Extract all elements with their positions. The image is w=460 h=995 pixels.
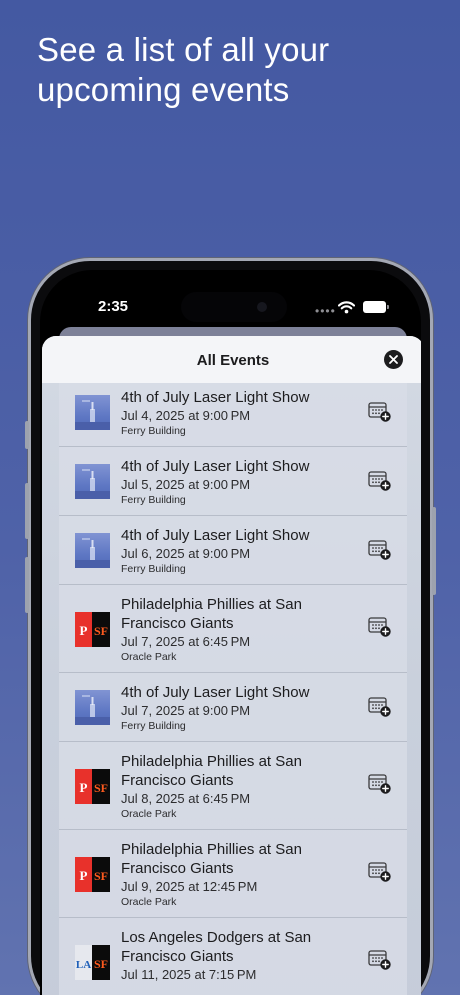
event-image bbox=[75, 690, 110, 725]
svg-text:SF: SF bbox=[94, 781, 108, 795]
event-title: 4th of July Laser Light Show bbox=[121, 458, 310, 475]
event-venue: Ferry Building bbox=[121, 563, 186, 575]
svg-text:P: P bbox=[80, 780, 88, 795]
sheet-header: All Events bbox=[42, 336, 421, 383]
event-title: 4th of July Laser Light Show bbox=[121, 527, 310, 544]
svg-text:SF: SF bbox=[94, 957, 108, 971]
event-date: Jul 9, 2025 at 12:45 PM bbox=[121, 879, 258, 894]
event-text: Philadelphia Phillies at San Francisco G… bbox=[121, 840, 355, 910]
event-venue: Ferry Building bbox=[121, 720, 186, 732]
event-image bbox=[75, 533, 110, 568]
event-venue: Oracle Park bbox=[121, 651, 177, 663]
list-item[interactable]: 4th of July Laser Light Show Jul 7, 2025 … bbox=[59, 673, 407, 742]
svg-text:P: P bbox=[80, 623, 88, 638]
event-date: Jul 5, 2025 at 9:00 PM bbox=[121, 477, 251, 492]
event-venue: Ferry Building bbox=[121, 425, 186, 437]
action-button bbox=[25, 421, 29, 449]
event-text: Philadelphia Phillies at San Francisco G… bbox=[121, 595, 355, 665]
event-text: Philadelphia Phillies at San Francisco G… bbox=[121, 752, 355, 822]
event-date: Jul 6, 2025 at 9:00 PM bbox=[121, 546, 251, 561]
list-item[interactable]: 4th of July Laser Light Show Jul 5, 2025 … bbox=[59, 447, 407, 516]
event-image bbox=[75, 395, 110, 430]
svg-text:LA: LA bbox=[76, 959, 91, 971]
event-date: Jul 11, 2025 at 7:15 PM bbox=[121, 967, 257, 982]
list-item[interactable]: P SF Philadelphia Phillies at San Francisc… bbox=[59, 585, 407, 673]
calendar-add-icon[interactable] bbox=[368, 696, 392, 718]
event-text: 4th of July Laser Light Show Jul 7, 2025 … bbox=[121, 683, 355, 734]
close-button[interactable] bbox=[384, 350, 403, 369]
team-logos-icon: LA SF bbox=[75, 945, 110, 980]
camera-icon bbox=[257, 302, 267, 312]
event-image bbox=[75, 464, 110, 499]
dynamic-island bbox=[181, 292, 287, 322]
event-text: Los Angeles Dodgers at San Francisco Gia… bbox=[121, 928, 355, 983]
event-venue: Ferry Building bbox=[121, 494, 186, 506]
close-icon bbox=[389, 355, 398, 364]
team-logos-icon: P SF bbox=[75, 769, 110, 804]
team-logos-icon: P SF bbox=[75, 857, 110, 892]
list-item[interactable]: LA SF Los Angeles Dodgers at San Francisco… bbox=[59, 918, 407, 995]
status-time: 2:35 bbox=[98, 298, 129, 315]
calendar-add-icon[interactable] bbox=[368, 773, 392, 795]
event-date: Jul 8, 2025 at 6:45 PM bbox=[121, 791, 251, 806]
event-title: Philadelphia Phillies at San Francisco G… bbox=[121, 596, 302, 632]
event-date: Jul 7, 2025 at 6:45 PM bbox=[121, 634, 251, 649]
event-title: Los Angeles Dodgers at San Francisco Gia… bbox=[121, 929, 312, 965]
signal-dots-icon: •••• bbox=[315, 304, 336, 318]
calendar-add-icon[interactable] bbox=[368, 861, 392, 883]
wifi-icon bbox=[338, 301, 355, 314]
list-item[interactable]: P SF Philadelphia Phillies at San Francisc… bbox=[59, 830, 407, 918]
volume-up-button bbox=[25, 483, 29, 539]
event-title: Philadelphia Phillies at San Francisco G… bbox=[121, 753, 302, 789]
event-text: 4th of July Laser Light Show Jul 5, 2025 … bbox=[121, 457, 355, 508]
calendar-add-icon[interactable] bbox=[368, 949, 392, 971]
all-events-sheet: All Events 4th of July Laser Light Show J… bbox=[42, 336, 421, 995]
phone-screen: 2:35 •••• All Events 4th of July Laser L… bbox=[40, 270, 421, 995]
list-item[interactable]: 4th of July Laser Light Show Jul 4, 2025 … bbox=[59, 378, 407, 447]
event-date: Jul 7, 2025 at 9:00 PM bbox=[121, 703, 251, 718]
event-date: Jul 4, 2025 at 9:00 PM bbox=[121, 408, 251, 423]
event-text: 4th of July Laser Light Show Jul 6, 2025 … bbox=[121, 526, 355, 577]
sheet-title: All Events bbox=[196, 352, 270, 369]
event-title: Philadelphia Phillies at San Francisco G… bbox=[121, 841, 302, 877]
event-title: 4th of July Laser Light Show bbox=[121, 684, 310, 701]
team-logos-icon: P SF bbox=[75, 612, 110, 647]
event-title: 4th of July Laser Light Show bbox=[121, 389, 310, 406]
power-button bbox=[432, 507, 436, 595]
volume-down-button bbox=[25, 557, 29, 613]
svg-text:SF: SF bbox=[94, 869, 108, 883]
event-venue: Oracle Park bbox=[121, 808, 177, 820]
calendar-add-icon[interactable] bbox=[368, 401, 392, 423]
calendar-add-icon[interactable] bbox=[368, 539, 392, 561]
calendar-add-icon[interactable] bbox=[368, 616, 392, 638]
list-item[interactable]: 4th of July Laser Light Show Jul 6, 2025 … bbox=[59, 516, 407, 585]
phone-frame: 2:35 •••• All Events 4th of July Laser L… bbox=[25, 258, 436, 995]
promo-headline: See a list of all your upcoming events bbox=[37, 31, 330, 108]
battery-icon bbox=[363, 301, 389, 313]
event-text: 4th of July Laser Light Show Jul 4, 2025 … bbox=[121, 388, 355, 439]
svg-text:SF: SF bbox=[94, 624, 108, 638]
event-venue: Oracle Park bbox=[121, 896, 177, 908]
event-list: 4th of July Laser Light Show Jul 4, 2025 … bbox=[59, 366, 407, 995]
list-item[interactable]: P SF Philadelphia Phillies at San Francisc… bbox=[59, 742, 407, 830]
svg-text:P: P bbox=[80, 868, 88, 883]
calendar-add-icon[interactable] bbox=[368, 470, 392, 492]
